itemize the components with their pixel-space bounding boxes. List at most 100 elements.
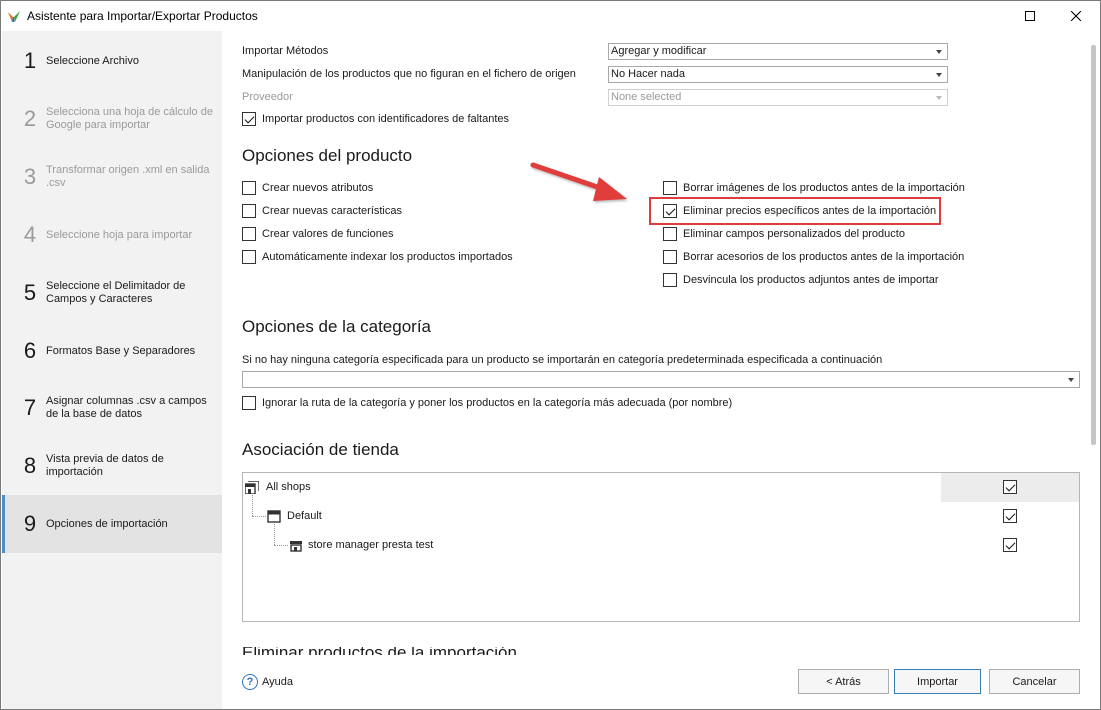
- step-number: 1: [23, 48, 37, 73]
- step-label: Asignar columnas .csv a campos de la bas…: [46, 395, 207, 420]
- checkbox-label: Borrar imágenes de los productos antes d…: [683, 182, 965, 194]
- auto-index-checkbox[interactable]: Automáticamente indexar los productos im…: [242, 250, 513, 264]
- step-label: Transformar origen .xml en salida .csv: [46, 164, 210, 189]
- checkbox-box[interactable]: [242, 227, 256, 241]
- chevron-down-icon: [936, 73, 942, 77]
- close-icon: [1071, 11, 1081, 21]
- delete-custom-fields-checkbox[interactable]: Eliminar campos personalizados del produ…: [663, 227, 905, 241]
- import-methods-value: Agregar y modificar: [611, 45, 707, 57]
- cancel-button[interactable]: Cancelar: [989, 669, 1080, 694]
- store-association-title: Asociación de tienda: [242, 440, 399, 459]
- close-button[interactable]: [1053, 1, 1099, 31]
- chevron-down-icon: [936, 50, 942, 54]
- highlight-box: [649, 197, 941, 225]
- step-label: Seleccione Archivo: [46, 54, 139, 67]
- default-category-select[interactable]: [242, 371, 1080, 388]
- delete-images-checkbox[interactable]: Borrar imágenes de los productos antes d…: [663, 181, 965, 195]
- step-5[interactable]: 5 Seleccione el Delimitador de Campos y …: [2, 273, 222, 313]
- step-number: 6: [23, 338, 37, 363]
- partially-hidden-section-title: Eliminar productos de la importación: [242, 647, 642, 655]
- scrollbar-thumb[interactable]: [1091, 45, 1096, 445]
- create-feature-values-checkbox[interactable]: Crear valores de funciones: [242, 227, 393, 241]
- checkbox-box[interactable]: [663, 250, 677, 264]
- import-wizard-window: Asistente para Importar/Exportar Product…: [0, 0, 1101, 710]
- help-link[interactable]: ? Ayuda: [242, 674, 293, 690]
- back-button[interactable]: < Atrás: [798, 669, 889, 694]
- step-3: 3 Transformar origen .xml en salida .csv: [2, 157, 222, 197]
- checkbox-label: Automáticamente indexar los productos im…: [262, 251, 513, 263]
- category-options-title: Opciones de la categoría: [242, 317, 432, 336]
- supplier-value: None selected: [611, 91, 682, 103]
- checkbox-box[interactable]: [242, 250, 256, 264]
- vertical-scrollbar[interactable]: [1089, 35, 1098, 635]
- window-title: Asistente para Importar/Exportar Product…: [27, 9, 258, 23]
- maximize-button[interactable]: [1007, 1, 1053, 31]
- step-label: Opciones de importación: [46, 517, 168, 530]
- shop-group-icon: [245, 481, 259, 494]
- maximize-icon: [1025, 11, 1035, 21]
- handling-label: Manipulación de los productos que no fig…: [242, 68, 576, 80]
- step-number: 8: [23, 453, 37, 478]
- checkbox-box[interactable]: [663, 181, 677, 195]
- delete-accessories-checkbox[interactable]: Borrar acesorios de los productos antes …: [663, 250, 964, 264]
- checkbox-box[interactable]: [663, 227, 677, 241]
- checkbox-label: Crear nuevas características: [262, 205, 402, 217]
- shop-checkbox[interactable]: [1003, 538, 1017, 552]
- step-6[interactable]: 6 Formatos Base y Separadores: [2, 331, 222, 371]
- step-4: 4 Seleccione hoja para importar: [2, 215, 222, 255]
- checkbox-box[interactable]: [242, 396, 256, 410]
- checkbox-label: Desvincula los productos adjuntos antes …: [683, 274, 939, 286]
- shop-name: All shops: [266, 481, 311, 493]
- step-label: Seleccione hoja para importar: [46, 228, 193, 241]
- create-attributes-checkbox[interactable]: Crear nuevos atributos: [242, 181, 373, 195]
- checkbox-label: Importar productos con identificadores d…: [262, 113, 510, 125]
- shop-name: store manager presta test: [308, 539, 434, 551]
- import-methods-label: Importar Métodos: [242, 45, 329, 57]
- shop-row-store[interactable]: store manager presta test: [243, 531, 1079, 560]
- step-1[interactable]: 1 Seleccione Archivo: [2, 41, 222, 81]
- step-number: 2: [23, 106, 37, 131]
- chevron-down-icon: [936, 96, 942, 100]
- handling-select[interactable]: No Hacer nada: [608, 66, 948, 83]
- supplier-label: Proveedor: [242, 91, 293, 103]
- shop-checkbox[interactable]: [1003, 480, 1017, 494]
- checkbox-label: Eliminar campos personalizados del produ…: [683, 228, 905, 240]
- title-bar: Asistente para Importar/Exportar Product…: [1, 1, 1100, 31]
- step-label: Formatos Base y Separadores: [46, 344, 196, 357]
- shop-row-all-shops[interactable]: All shops: [243, 473, 1079, 502]
- step-label: Vista previa de datos de importación: [46, 453, 164, 478]
- create-features-checkbox[interactable]: Crear nuevas características: [242, 204, 402, 218]
- help-icon: ?: [242, 674, 258, 690]
- annotation-arrow-icon: [530, 162, 627, 201]
- step-number: 3: [23, 164, 37, 189]
- store-icon: [290, 541, 302, 552]
- step-7[interactable]: 7 Asignar columnas .csv a campos de la b…: [2, 388, 222, 428]
- ignore-category-path-checkbox[interactable]: Ignorar la ruta de la categoría y poner …: [242, 396, 732, 410]
- import-options-panel: Importar Métodos Agregar y modificar Man…: [222, 31, 1100, 709]
- checkbox-box[interactable]: [242, 204, 256, 218]
- import-button[interactable]: Importar: [894, 669, 981, 694]
- shop-checkbox[interactable]: [1003, 509, 1017, 523]
- import-methods-select[interactable]: Agregar y modificar: [608, 43, 948, 60]
- supplier-select: None selected: [608, 89, 948, 106]
- import-missing-ids-checkbox[interactable]: Importar productos con identificadores d…: [242, 112, 509, 126]
- checkbox-box[interactable]: [663, 273, 677, 287]
- checkbox-label: Crear nuevos atributos: [262, 182, 374, 194]
- handling-value: No Hacer nada: [611, 68, 685, 80]
- step-2: 2 Selecciona una hoja de cálculo de Goog…: [2, 99, 222, 139]
- unlink-attachments-checkbox[interactable]: Desvincula los productos adjuntos antes …: [663, 273, 939, 287]
- shop-tree: All shops Default store manager presta t…: [242, 472, 1080, 622]
- shop-name: Default: [287, 510, 322, 522]
- checkbox-label: Ignorar la ruta de la categoría y poner …: [262, 397, 733, 409]
- app-logo-icon: [8, 11, 20, 22]
- step-label: Selecciona una hoja de cálculo de Google…: [46, 106, 213, 131]
- product-options-title: Opciones del producto: [242, 146, 413, 165]
- step-number: 9: [23, 511, 37, 536]
- step-8[interactable]: 8 Vista previa de datos de importación: [2, 446, 222, 486]
- shop-row-default[interactable]: Default: [243, 502, 1079, 531]
- step-9[interactable]: 9 Opciones de importación: [2, 495, 222, 553]
- checkbox-box[interactable]: [242, 181, 256, 195]
- shop-window-icon: [267, 510, 281, 523]
- checkbox-box[interactable]: [242, 112, 256, 126]
- chevron-down-icon: [1068, 378, 1074, 382]
